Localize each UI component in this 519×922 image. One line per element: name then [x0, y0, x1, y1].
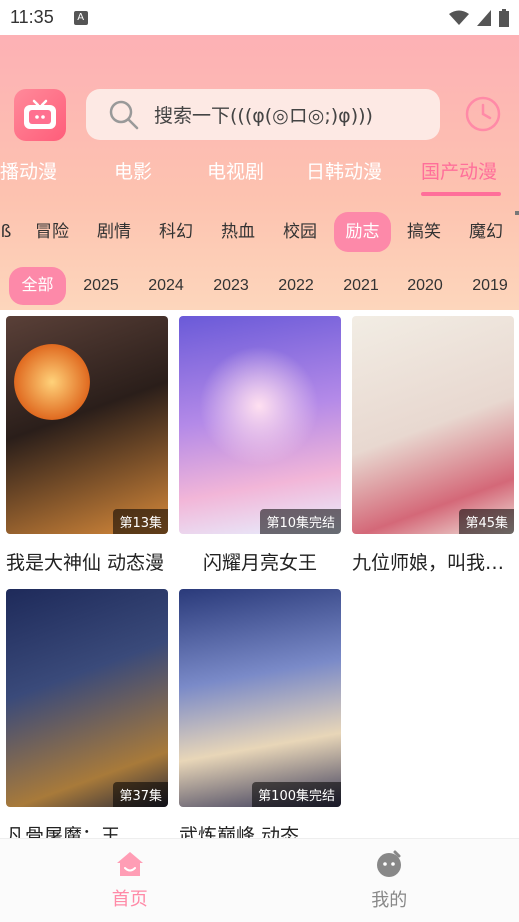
genre-chip-drama[interactable]: 剧情: [90, 212, 138, 252]
history-icon[interactable]: [464, 95, 502, 133]
genre-chip-campus[interactable]: 校园: [276, 212, 324, 252]
genre-chip-comedy[interactable]: 搞笑: [400, 212, 448, 252]
status-time: 11:35: [10, 7, 54, 27]
nav-item-profile[interactable]: 我的: [260, 839, 519, 922]
year-chip-2022[interactable]: 2022: [273, 267, 319, 305]
card-title: 闪耀月亮女王: [202, 552, 317, 574]
year-chip-2023[interactable]: 2023: [208, 267, 254, 305]
genre-chip-partial[interactable]: ß: [0, 212, 12, 252]
genre-chip-action[interactable]: 热血: [214, 212, 262, 252]
genre-chip-adventure[interactable]: 冒险: [28, 212, 76, 252]
card-title: 九位师娘，叫我下山: [352, 552, 514, 574]
episode-badge: 第100集完结: [252, 782, 341, 807]
genre-filter: ß 冒险 剧情 科幻 热血 校园 励志 搞笑 魔幻: [0, 210, 519, 252]
status-bar: 11:35 A: [0, 0, 519, 35]
poster-image: 第10集完结: [179, 316, 341, 534]
tab-jp-kr-anime[interactable]: 日韩动漫: [306, 157, 382, 184]
poster-image: 第13集: [6, 316, 168, 534]
year-chip-2025[interactable]: 2025: [78, 267, 124, 305]
year-chip-all[interactable]: 全部: [9, 267, 66, 305]
episode-badge: 第10集完结: [260, 509, 341, 534]
tab-broadcast-anime[interactable]: 播动漫: [0, 157, 57, 184]
wifi-icon: [449, 10, 469, 25]
poster-image: 第37集: [6, 589, 168, 807]
bottom-nav: 首页 我的: [0, 838, 519, 922]
poster-image: 第100集完结: [179, 589, 341, 807]
search-input[interactable]: 搜索一下(((φ(◎ロ◎;)φ))): [86, 89, 440, 140]
nav-item-home[interactable]: 首页: [0, 839, 260, 922]
genre-chip-fantasy[interactable]: 魔幻: [462, 212, 510, 252]
video-card[interactable]: 第37集 凡骨屠魔：王: [6, 589, 168, 838]
search-placeholder: 搜索一下(((φ(◎ロ◎;)φ))): [154, 105, 373, 127]
poster-image: 第45集: [352, 316, 514, 534]
year-chip-2021[interactable]: 2021: [338, 267, 384, 305]
tab-movie[interactable]: 电影: [114, 157, 152, 184]
signal-icon: [477, 9, 491, 26]
year-chip-2020[interactable]: 2020: [402, 267, 448, 305]
year-filter: 全部 2025 2024 2023 2022 2021 2020 2019: [0, 265, 519, 307]
video-card[interactable]: 第45集 九位师娘，叫我下山: [352, 316, 514, 575]
search-icon: [109, 100, 139, 129]
year-chip-2019[interactable]: 2019: [467, 267, 513, 305]
video-card[interactable]: 第100集完结 武炼巅峰 动态: [179, 589, 341, 838]
episode-badge: 第37集: [113, 782, 168, 807]
tab-tv-series[interactable]: 电视剧: [207, 157, 264, 184]
genre-chip-scifi[interactable]: 科幻: [152, 212, 200, 252]
profile-icon: [377, 850, 402, 877]
notification-icon: A: [73, 10, 88, 25]
header: 搜索一下(((φ(◎ロ◎;)φ))) 播动漫 电影 电视剧 日韩动漫 国产动漫 …: [0, 35, 519, 310]
card-title: 凡骨屠魔：王: [6, 825, 121, 838]
nav-label-home: 首页: [111, 888, 148, 910]
episode-badge: 第45集: [459, 509, 514, 534]
battery-icon: [499, 8, 509, 27]
active-tab-indicator: [421, 192, 501, 196]
app-logo-icon: [14, 89, 66, 141]
status-icons: [449, 8, 509, 27]
nav-label-profile: 我的: [371, 889, 408, 911]
video-card[interactable]: 第13集 我是大神仙 动态漫: [6, 316, 168, 575]
card-title: 我是大神仙 动态漫: [6, 552, 165, 574]
tab-chinese-anime[interactable]: 国产动漫: [421, 157, 497, 184]
content-grid: 第13集 我是大神仙 动态漫 第10集完结 闪耀月亮女王 第45集 九位师娘，叫…: [0, 310, 519, 838]
year-chip-2024[interactable]: 2024: [143, 267, 189, 305]
episode-badge: 第13集: [113, 509, 168, 534]
card-title: 武炼巅峰 动态: [179, 825, 300, 838]
genre-chip-inspirational[interactable]: 励志: [334, 212, 391, 252]
video-card[interactable]: 第10集完结 闪耀月亮女王: [179, 316, 341, 575]
home-icon: [116, 851, 143, 876]
